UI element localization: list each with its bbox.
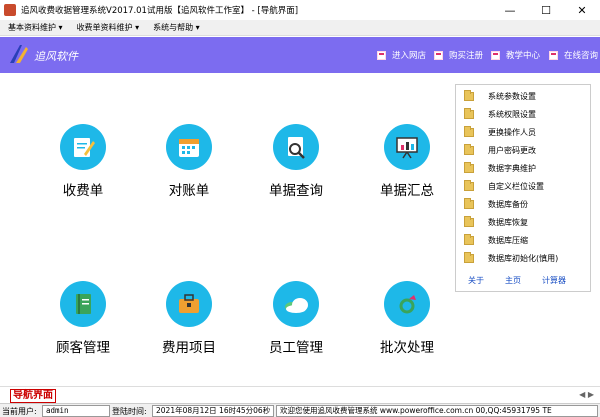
maximize-button[interactable]: ☐ xyxy=(528,0,564,20)
link-register[interactable]: 购买注册 xyxy=(434,49,483,61)
menu-system-help[interactable]: 系统与帮助 ▾ xyxy=(153,22,200,33)
side-item-db-init[interactable]: 数据库初始化(慎用) xyxy=(464,251,558,265)
side-item-db-backup[interactable]: 数据库备份 xyxy=(464,197,528,211)
app-icon xyxy=(4,4,16,16)
close-button[interactable]: ✕ xyxy=(564,0,600,20)
link-consult-label: 在线咨询 xyxy=(564,51,599,61)
side-item-label: 数据库备份 xyxy=(488,199,528,209)
briefcase-icon xyxy=(166,281,212,327)
tab-navigation[interactable]: 导航界面 xyxy=(10,389,56,403)
tile-statement[interactable]: 对账单 xyxy=(143,124,233,214)
tile-batch[interactable]: 批次处理 xyxy=(361,281,451,371)
ring-icon xyxy=(384,281,430,327)
folder-icon xyxy=(464,107,474,119)
tile-summary-label: 单据汇总 xyxy=(380,183,434,199)
calendar-icon xyxy=(166,124,212,170)
link-register-label: 购买注册 xyxy=(449,51,484,61)
brand-name: 追风软件 xyxy=(34,50,78,63)
calculator-link[interactable]: 计算器 xyxy=(542,275,566,286)
folder-icon xyxy=(464,161,474,173)
shop-icon xyxy=(377,50,386,60)
folder-icon xyxy=(464,251,474,263)
side-item-switch-operator[interactable]: 更换操作人员 xyxy=(464,125,536,139)
consult-icon xyxy=(549,50,558,60)
presentation-chart-icon xyxy=(384,124,430,170)
side-item-label: 更换操作人员 xyxy=(488,127,536,137)
link-shop-label: 进入网店 xyxy=(392,51,427,61)
status-message: 欢迎您使用追风收费管理系统 www.poweroffice.com.cn 00,… xyxy=(276,405,598,417)
folder-icon xyxy=(464,197,474,209)
folder-icon xyxy=(464,125,474,137)
folder-icon xyxy=(464,89,474,101)
link-consult[interactable]: 在线咨询 xyxy=(549,49,598,61)
side-item-label: 数据字典维护 xyxy=(488,163,536,173)
tile-customers-label: 顾客管理 xyxy=(56,340,110,356)
side-item-label: 用户密码更改 xyxy=(488,145,536,155)
banner: 追风软件 进入网店 购买注册 教学中心 在线咨询 xyxy=(0,37,600,73)
tile-query-label: 单据查询 xyxy=(269,183,323,199)
tile-query[interactable]: 单据查询 xyxy=(250,124,340,214)
home-link[interactable]: 主页 xyxy=(505,275,521,286)
current-user-label: 当前用户: xyxy=(2,407,37,416)
current-user-value: admin xyxy=(42,405,110,417)
tile-customers[interactable]: 顾客管理 xyxy=(37,281,127,371)
settings-panel: 系统参数设置 系统权限设置 更换操作人员 用户密码更改 数据字典维护 自定义栏位… xyxy=(455,84,591,292)
link-shop[interactable]: 进入网店 xyxy=(377,49,426,61)
tile-statement-label: 对账单 xyxy=(168,183,210,199)
side-item-label: 数据库压缩 xyxy=(488,235,528,245)
about-link[interactable]: 关于 xyxy=(468,275,484,286)
login-time-value: 2021年08月12日 16时45分06秒 xyxy=(152,405,274,417)
side-links: 关于 主页 计算器 xyxy=(468,275,588,286)
tab-scroll-arrows[interactable]: ◀ ▶ xyxy=(579,390,594,399)
side-item-custom-fields[interactable]: 自定义栏位设置 xyxy=(464,179,544,193)
folder-icon xyxy=(464,215,474,227)
menu-receipt-data[interactable]: 收费单资料维护 ▾ xyxy=(77,22,140,33)
side-item-change-password[interactable]: 用户密码更改 xyxy=(464,143,536,157)
tile-fee-items-label: 费用项目 xyxy=(162,340,216,356)
tile-receipt[interactable]: 收费单 xyxy=(37,124,127,214)
folder-icon xyxy=(464,179,474,191)
tile-batch-label: 批次处理 xyxy=(380,340,434,356)
side-item-db-restore[interactable]: 数据库恢复 xyxy=(464,215,528,229)
tile-summary[interactable]: 单据汇总 xyxy=(361,124,451,214)
tile-fee-items[interactable]: 费用项目 xyxy=(143,281,233,371)
tile-staff[interactable]: 员工管理 xyxy=(250,281,340,371)
side-item-permissions[interactable]: 系统权限设置 xyxy=(464,107,536,121)
side-item-label: 数据库初始化(慎用) xyxy=(488,253,559,263)
link-tutorial[interactable]: 教学中心 xyxy=(491,49,540,61)
tile-staff-label: 员工管理 xyxy=(269,340,323,356)
folder-icon xyxy=(464,143,474,155)
logo-icon xyxy=(10,45,28,63)
side-item-label: 系统权限设置 xyxy=(488,109,536,119)
window-title: 追风收费收据管理系统V2017.01试用版【追风软件工作室】 - [导航界面] xyxy=(21,6,299,16)
minimize-button[interactable]: — xyxy=(492,0,528,20)
window-controls: — ☐ ✕ xyxy=(492,0,600,20)
search-document-icon xyxy=(273,124,319,170)
folder-icon xyxy=(464,233,474,245)
address-book-icon xyxy=(60,281,106,327)
side-item-label: 系统参数设置 xyxy=(488,91,536,101)
status-bar: 当前用户: admin 登陆时间: 2021年08月12日 16时45分06秒 … xyxy=(0,403,600,417)
side-item-system-params[interactable]: 系统参数设置 xyxy=(464,89,536,103)
tile-receipt-label: 收费单 xyxy=(62,183,104,199)
side-item-label: 自定义栏位设置 xyxy=(488,181,544,191)
edit-document-icon xyxy=(60,124,106,170)
side-item-db-compress[interactable]: 数据库压缩 xyxy=(464,233,528,247)
side-item-label: 数据库恢复 xyxy=(488,217,528,227)
menu-bar: 基本资料维护 ▾ 收费单资料维护 ▾ 系统与帮助 ▾ xyxy=(0,20,600,36)
tab-bar: 导航界面 ◀ ▶ xyxy=(0,386,600,403)
login-time-label: 登陆时间: xyxy=(112,407,147,416)
register-icon xyxy=(434,50,443,60)
cloud-icon xyxy=(273,281,319,327)
side-item-dictionary[interactable]: 数据字典维护 xyxy=(464,161,536,175)
menu-basic-data[interactable]: 基本资料维护 ▾ xyxy=(8,22,63,33)
title-bar: 追风收费收据管理系统V2017.01试用版【追风软件工作室】 - [导航界面] … xyxy=(0,0,600,20)
link-tutorial-label: 教学中心 xyxy=(506,51,541,61)
tutorial-icon xyxy=(491,50,500,60)
